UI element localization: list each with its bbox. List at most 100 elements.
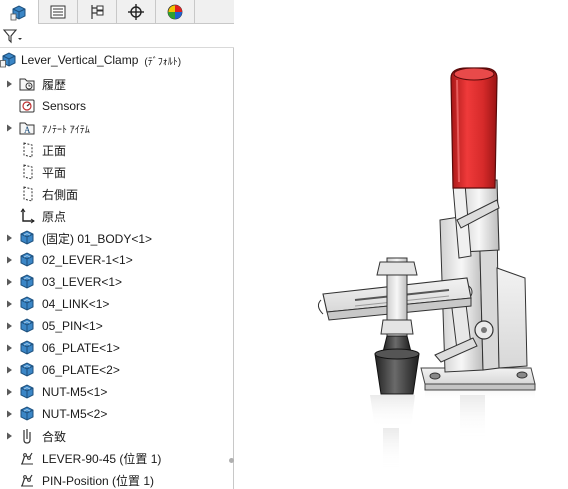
mates-icon <box>18 427 36 445</box>
tab-configuration-manager[interactable] <box>78 0 117 24</box>
display-manager-icon <box>167 4 183 20</box>
expand-arrow-icon[interactable] <box>4 118 14 138</box>
tree-item[interactable]: A ｱﾉﾃｰﾄ ｱｲﾃﾑ <box>0 118 228 138</box>
tree-root-label: Lever_Vertical_Clamp <box>21 53 139 67</box>
svg-text:A: A <box>24 125 31 135</box>
tree-item[interactable]: 03_LEVER<1> <box>0 272 228 292</box>
expand-arrow-icon[interactable] <box>4 228 14 248</box>
filter-icon <box>2 28 22 43</box>
tab-property-manager[interactable] <box>39 0 78 24</box>
tree-item-label: 06_PLATE<1> <box>42 341 120 355</box>
clamp-model-render <box>317 67 536 468</box>
graphics-area[interactable] <box>235 0 568 489</box>
part-icon <box>18 361 36 379</box>
tree-item-label: 原点 <box>42 209 67 224</box>
expand-arrow-icon[interactable] <box>4 250 14 270</box>
tree-item[interactable]: Sensors <box>0 96 228 116</box>
tab-display-manager[interactable] <box>156 0 195 24</box>
tree-item-label: NUT-M5<1> <box>42 385 108 399</box>
assembly-icon <box>0 51 18 69</box>
tree-item-label: LEVER-90-45 (位置 1) <box>42 451 162 466</box>
tree-item-label: 右側面 <box>42 187 79 202</box>
sensors-icon <box>18 97 36 115</box>
tree-item-label: PIN-Position (位置 1) <box>42 473 155 488</box>
expand-arrow-icon[interactable] <box>4 294 14 314</box>
expand-arrow-icon[interactable] <box>4 360 14 380</box>
annotations-icon: A <box>18 119 36 137</box>
expand-arrow-icon[interactable] <box>4 382 14 402</box>
tab-feature-manager[interactable] <box>0 0 39 25</box>
part-icon <box>18 295 36 313</box>
tree-item-label: 06_PLATE<2> <box>42 363 120 377</box>
tree-item-label: (固定) 01_BODY<1> <box>42 231 153 246</box>
tree-item[interactable]: 原点 <box>0 206 228 226</box>
tree-item-label: 05_PIN<1> <box>42 319 103 333</box>
tree-item[interactable]: NUT-M5<2> <box>0 404 228 424</box>
expand-arrow-icon[interactable] <box>4 74 14 94</box>
expand-arrow-icon[interactable] <box>4 404 14 424</box>
feature-manager-icon <box>10 4 26 20</box>
part-icon <box>18 405 36 423</box>
tree-item[interactable]: 02_LEVER-1<1> <box>0 250 228 270</box>
tree-item[interactable]: 履歴 <box>0 74 228 94</box>
tree-item-label: 履歴 <box>42 77 67 92</box>
part-icon <box>18 229 36 247</box>
tree-filter[interactable] <box>0 24 234 48</box>
origin-icon <box>18 207 36 225</box>
tree-item[interactable]: 06_PLATE<2> <box>0 360 228 380</box>
manager-tabs <box>0 0 234 25</box>
tree-item-label: 04_LINK<1> <box>42 297 110 311</box>
tree-root-assembly[interactable]: Lever_Vertical_Clamp (ﾃﾞﾌｫﾙﾄ) <box>0 50 181 70</box>
tree-item-label: NUT-M5<2> <box>42 407 108 421</box>
tree-item[interactable]: 平面 <box>0 162 228 182</box>
base-plate <box>420 367 536 391</box>
dimxpert-manager-icon <box>128 4 144 20</box>
part-icon <box>18 339 36 357</box>
motion-study-icon <box>18 471 36 489</box>
tree-item-label: Sensors <box>42 99 87 113</box>
expand-arrow-icon[interactable] <box>4 426 14 446</box>
tree-item-label: 平面 <box>42 165 67 180</box>
plane-icon <box>18 185 36 203</box>
plane-icon <box>18 163 36 181</box>
tree-item[interactable]: 06_PLATE<1> <box>0 338 228 358</box>
motion-study-icon <box>18 449 36 467</box>
tree-item[interactable]: 04_LINK<1> <box>0 294 228 314</box>
tree-item-label: 合致 <box>42 429 67 444</box>
tree-item[interactable]: 05_PIN<1> <box>0 316 228 336</box>
tree-item-label: 正面 <box>42 143 67 158</box>
tree-root-config: (ﾃﾞﾌｫﾙﾄ) <box>144 56 182 68</box>
part-icon <box>18 383 36 401</box>
expand-arrow-icon[interactable] <box>4 316 14 336</box>
part-icon <box>18 317 36 335</box>
tree-item[interactable]: PIN-Position (位置 1) <box>0 470 228 489</box>
tree-item-label: 03_LEVER<1> <box>42 275 123 289</box>
tree-item[interactable]: 合致 <box>0 426 228 446</box>
tree-item-label: 02_LEVER-1<1> <box>42 253 133 267</box>
tree-item[interactable]: (固定) 01_BODY<1> <box>0 228 228 248</box>
history-folder-icon <box>18 75 36 93</box>
configuration-manager-icon <box>91 5 104 19</box>
feature-manager-panel: Lever_Vertical_Clamp (ﾃﾞﾌｫﾙﾄ) 履歴 Sensors A… <box>0 0 234 489</box>
property-manager-icon <box>50 5 66 19</box>
tree-item[interactable]: NUT-M5<1> <box>0 382 228 402</box>
tree-item[interactable]: LEVER-90-45 (位置 1) <box>0 448 228 468</box>
expand-arrow-icon[interactable] <box>4 272 14 292</box>
spindle-assembly <box>374 257 420 395</box>
panel-resize-handle[interactable] <box>229 458 234 463</box>
part-icon <box>18 251 36 269</box>
plane-icon <box>18 141 36 159</box>
floor-reflection <box>370 385 535 468</box>
tree-item[interactable]: 右側面 <box>0 184 228 204</box>
expand-arrow-icon[interactable] <box>4 338 14 358</box>
part-icon <box>18 273 36 291</box>
tree-item[interactable]: 正面 <box>0 140 228 160</box>
tab-dimxpert-manager[interactable] <box>117 0 156 24</box>
